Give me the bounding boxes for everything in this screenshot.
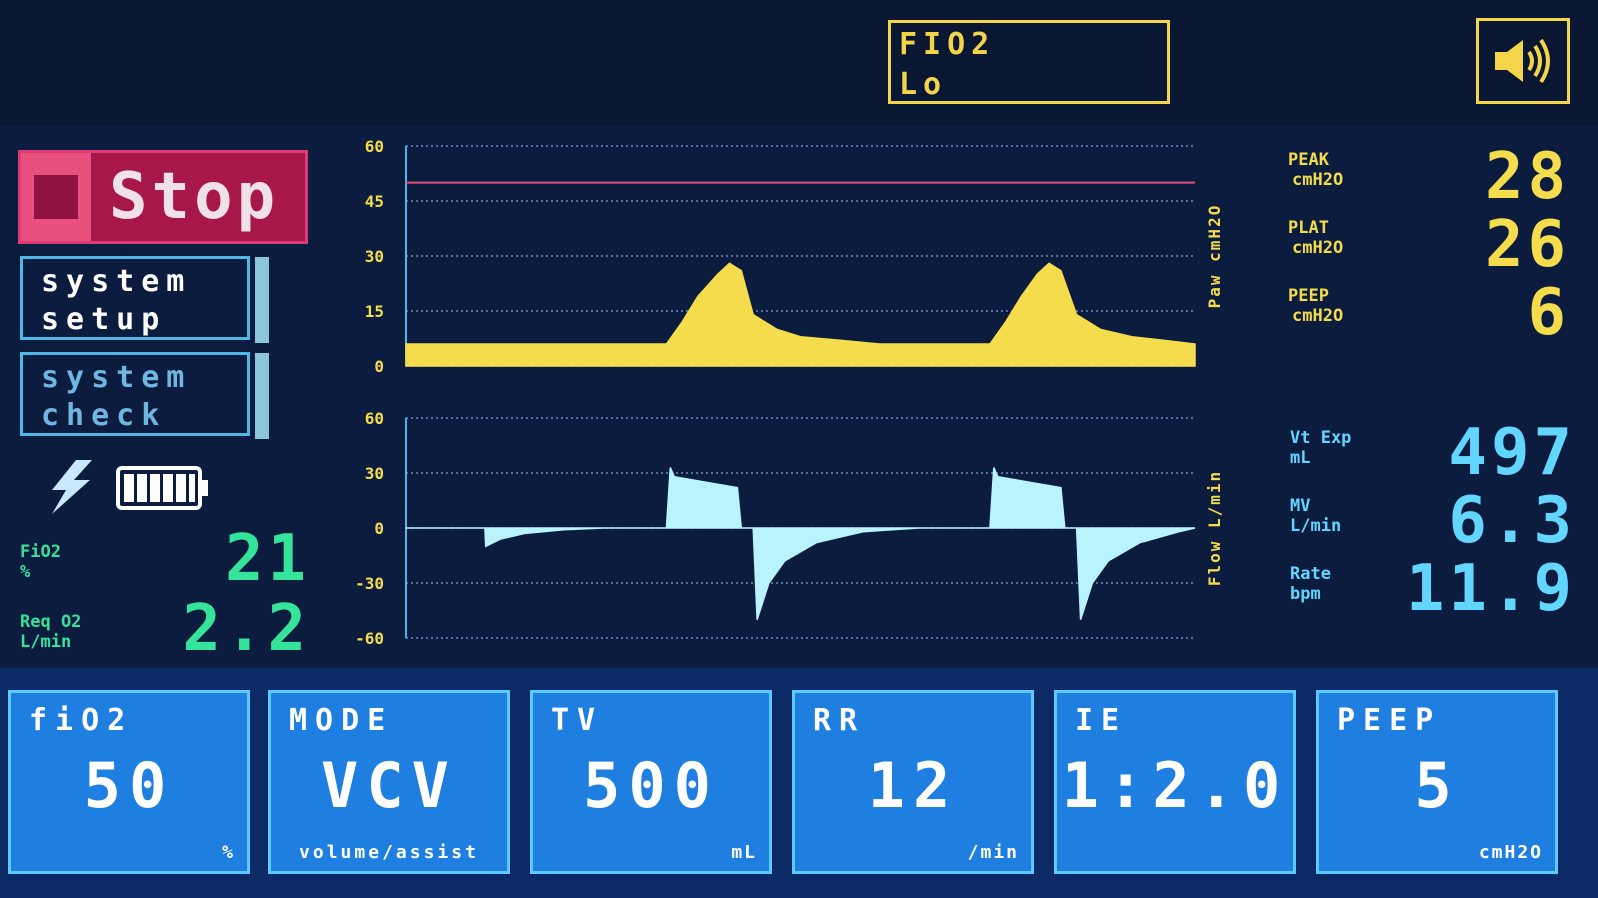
setting-label: MODE <box>289 703 394 738</box>
y-tick-label: -60 <box>355 629 384 648</box>
peep-value: 6 <box>1527 276 1570 350</box>
setting-value: 1:2.0 <box>1061 749 1289 822</box>
peep-unit: cmH2O <box>1292 306 1344 326</box>
mv-label: MV <box>1290 496 1311 516</box>
stop-icon-frame <box>21 153 91 241</box>
system-check-line-1: system <box>41 360 192 395</box>
setting-label: RR <box>813 703 866 738</box>
y-tick-label: 45 <box>365 192 384 211</box>
y-tick-label: 60 <box>365 137 384 156</box>
setting-ie-ratio[interactable]: IE 1:2.0 <box>1054 690 1296 874</box>
flow-waveform <box>406 467 1196 620</box>
lightning-icon <box>52 460 92 514</box>
vt-exp-label: Vt Exp <box>1290 428 1352 448</box>
vt-exp-value: 497 <box>1448 416 1576 490</box>
setting-label: IE <box>1075 703 1128 738</box>
battery-icon <box>116 466 208 510</box>
y-axis-title: Paw cmH2O <box>1205 204 1224 309</box>
scroll-indicator <box>255 257 269 343</box>
setting-mode[interactable]: MODE VCV volume/assist <box>268 690 510 874</box>
y-tick-label: 0 <box>374 357 384 376</box>
y-tick-label: 30 <box>365 247 384 266</box>
setting-unit: % <box>222 842 235 863</box>
fio2-label: FiO2 <box>20 542 61 562</box>
pressure-waveform <box>405 262 1196 367</box>
setting-respiratory-rate[interactable]: RR 12 /min <box>792 690 1034 874</box>
setting-value: 50 <box>83 749 175 822</box>
power-status <box>44 458 214 518</box>
system-check-button[interactable]: system check <box>20 352 269 439</box>
waveform-charts: 60 45 30 15 0 Paw cmH2O 60 30 0 -30 -60 Flow L/min <box>355 137 1224 648</box>
system-setup-line-2: setup <box>41 302 167 337</box>
rate-label: Rate <box>1290 564 1331 584</box>
peak-value: 28 <box>1484 140 1570 214</box>
vt-exp-unit: mL <box>1290 448 1311 468</box>
y-tick-label: -30 <box>355 574 384 593</box>
stop-button[interactable]: Stop <box>18 150 308 244</box>
setting-unit: mL <box>731 842 757 863</box>
mv-unit: L/min <box>1290 516 1342 536</box>
y-tick-label: 30 <box>365 464 384 483</box>
setting-peep[interactable]: PEEP 5 cmH2O <box>1316 690 1558 874</box>
rate-unit: bpm <box>1290 584 1321 604</box>
top-bar <box>0 0 1598 126</box>
y-tick-label: 0 <box>374 519 384 538</box>
plat-unit: cmH2O <box>1292 238 1344 258</box>
plat-label: PLAT <box>1288 218 1329 238</box>
setting-label: fiO2 <box>29 703 134 738</box>
setting-value: 12 <box>867 749 959 822</box>
req-o2-value: 2.2 <box>182 592 310 666</box>
setting-value: 5 <box>1414 749 1460 822</box>
setting-value: VCV <box>321 749 457 822</box>
setting-fio2[interactable]: fiO2 50 % <box>8 690 250 874</box>
setting-unit: /min <box>967 842 1019 863</box>
req-o2-label: Req O2 <box>20 612 82 632</box>
setting-label: PEEP <box>1337 703 1442 738</box>
plat-value: 26 <box>1484 208 1570 282</box>
setting-tidal-volume[interactable]: TV 500 mL <box>530 690 772 874</box>
fio2-unit: % <box>20 562 31 582</box>
setting-unit: volume/assist <box>299 842 479 863</box>
peep-label: PEEP <box>1288 286 1329 306</box>
setting-label: TV <box>551 703 604 738</box>
setting-unit: cmH2O <box>1478 842 1543 863</box>
setting-value: 500 <box>583 749 719 822</box>
mv-value: 6.3 <box>1448 484 1576 558</box>
stop-label: Stop <box>109 160 280 234</box>
y-tick-label: 15 <box>365 302 384 321</box>
ventilator-screen: FIO2 Lo Stop system setup system check F… <box>0 0 1598 898</box>
system-setup-button[interactable]: system setup <box>20 256 269 343</box>
fio2-value: 21 <box>224 522 310 596</box>
system-setup-line-1: system <box>41 264 192 299</box>
rate-value: 11.9 <box>1405 552 1576 626</box>
peak-label: PEAK <box>1288 150 1329 170</box>
system-check-line-2: check <box>41 398 167 433</box>
y-axis-title: Flow L/min <box>1205 470 1224 586</box>
req-o2-unit: L/min <box>20 632 72 652</box>
alarm-line-2: Lo <box>899 67 948 102</box>
alarm-silence-button[interactable] <box>1476 18 1570 104</box>
stop-icon <box>34 175 78 219</box>
peak-unit: cmH2O <box>1292 170 1344 190</box>
scroll-indicator <box>255 353 269 439</box>
y-tick-label: 60 <box>365 409 384 428</box>
speaker-volume-icon <box>1495 38 1550 84</box>
alarm-line-1: FIO2 <box>899 27 996 62</box>
alarm-banner[interactable]: FIO2 Lo <box>888 20 1170 104</box>
